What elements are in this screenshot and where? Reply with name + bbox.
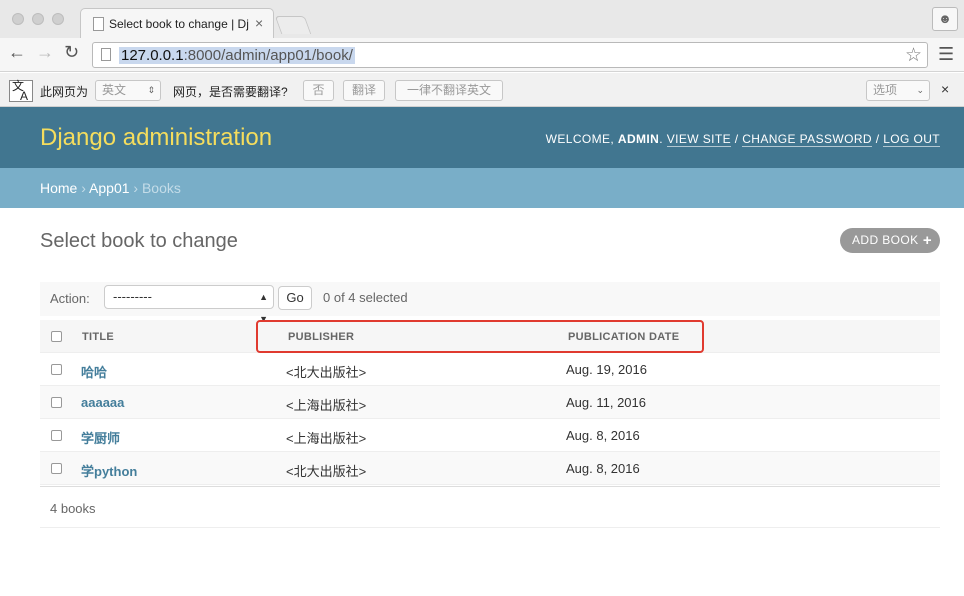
date-cell: Aug. 8, 2016 bbox=[566, 428, 640, 443]
row-checkbox[interactable] bbox=[51, 463, 62, 474]
row-checkbox[interactable] bbox=[51, 364, 62, 375]
add-book-label: ADD BOOK bbox=[852, 233, 919, 247]
page-icon bbox=[93, 17, 104, 31]
back-arrow-icon[interactable]: ← bbox=[8, 42, 26, 63]
date-cell: Aug. 19, 2016 bbox=[566, 362, 647, 377]
breadcrumb-home[interactable]: Home bbox=[40, 180, 77, 196]
table-row: 哈哈 <北大出版社> Aug. 19, 2016 bbox=[40, 353, 940, 386]
reload-icon[interactable]: ↻ bbox=[64, 42, 79, 63]
view-site-link[interactable]: VIEW SITE bbox=[666, 132, 731, 147]
options-select[interactable]: 选项 ⌄ bbox=[866, 80, 930, 101]
column-header-title[interactable]: TITLE bbox=[82, 331, 114, 343]
book-title-link[interactable]: 哈哈 bbox=[81, 362, 107, 381]
user-tools: WELCOME, ADMIN. VIEW SITE / CHANGE PASSW… bbox=[545, 132, 940, 147]
page-title: Select book to change bbox=[40, 230, 238, 252]
bookmark-star-icon[interactable]: ☆ bbox=[905, 44, 922, 67]
select-all-checkbox[interactable] bbox=[51, 331, 62, 342]
never-translate-button[interactable]: 一律不翻译英文 bbox=[395, 80, 503, 101]
log-out-link[interactable]: LOG OUT bbox=[883, 132, 940, 147]
select-arrows-icon: ⇕ bbox=[147, 85, 155, 95]
table-row: 学厨师 <上海出版社> Aug. 8, 2016 bbox=[40, 419, 940, 452]
tab-close-icon[interactable]: × bbox=[255, 15, 263, 31]
forward-arrow-icon[interactable]: → bbox=[36, 42, 54, 63]
breadcrumb-app[interactable]: App01 bbox=[89, 180, 129, 196]
close-window-icon[interactable] bbox=[12, 13, 24, 25]
maximize-window-icon[interactable] bbox=[52, 13, 64, 25]
no-translate-button[interactable]: 否 bbox=[303, 80, 334, 101]
username: ADMIN bbox=[617, 132, 660, 146]
browser-tab[interactable]: Select book to change | Dja × bbox=[80, 8, 274, 38]
new-tab-button[interactable] bbox=[274, 16, 312, 34]
change-password-link[interactable]: CHANGE PASSWORD bbox=[742, 132, 872, 147]
publisher-cell: <北大出版社> bbox=[286, 464, 367, 479]
page-icon bbox=[101, 48, 111, 61]
add-book-button[interactable]: ADD BOOK + bbox=[840, 228, 940, 253]
site-branding[interactable]: Django administration bbox=[40, 124, 272, 152]
welcome-text: WELCOME, bbox=[545, 132, 618, 146]
table-header: TITLE PUBLISHER PUBLICATION DATE bbox=[40, 320, 940, 353]
close-icon[interactable]: × bbox=[941, 81, 949, 97]
translate-bar: 文A 此网页为 英文 ⇕ 网页，是否需要翻译? 否 翻译 一律不翻译英文 选项 ⌄ … bbox=[0, 73, 964, 107]
action-label: Action: bbox=[50, 291, 90, 306]
book-title-link[interactable]: aaaaaa bbox=[81, 395, 124, 410]
translate-icon: 文A bbox=[9, 80, 33, 102]
selected-count: 0 of 4 selected bbox=[323, 290, 408, 305]
actions-bar: Action: --------- ▲ ▼ Go 0 of 4 selected bbox=[40, 282, 940, 324]
action-select[interactable]: --------- ▲ ▼ bbox=[104, 285, 274, 324]
result-count: 4 books bbox=[50, 501, 96, 516]
paginator: 4 books bbox=[40, 486, 940, 528]
plus-icon: + bbox=[922, 232, 932, 249]
row-checkbox[interactable] bbox=[51, 397, 62, 408]
table-row: 学python <北大出版社> Aug. 8, 2016 bbox=[40, 452, 940, 485]
date-cell: Aug. 8, 2016 bbox=[566, 461, 640, 476]
chevron-down-icon: ⌄ bbox=[916, 85, 924, 95]
tab-title: Select book to change | Dja bbox=[109, 17, 249, 31]
browser-tab-bar: Select book to change | Dja × ☻ bbox=[0, 0, 964, 38]
translate-lead-text: 此网页为 bbox=[40, 85, 89, 99]
translate-question-text: 网页，是否需要翻译? bbox=[173, 85, 288, 99]
breadcrumb: Home › App01 › Books bbox=[0, 168, 964, 208]
table-row: aaaaaa <上海出版社> Aug. 11, 2016 bbox=[40, 386, 940, 419]
results-table: TITLE PUBLISHER PUBLICATION DATE 哈哈 <北大出… bbox=[40, 320, 940, 485]
book-title-link[interactable]: 学厨师 bbox=[81, 428, 120, 447]
red-highlight-box bbox=[256, 320, 704, 353]
publisher-cell: <上海出版社> bbox=[286, 431, 367, 446]
row-checkbox[interactable] bbox=[51, 430, 62, 441]
translate-button[interactable]: 翻译 bbox=[343, 80, 385, 101]
date-cell: Aug. 11, 2016 bbox=[566, 395, 646, 410]
profile-icon[interactable]: ☻ bbox=[932, 7, 958, 31]
browser-menu-icon[interactable]: ☰ bbox=[938, 44, 954, 65]
url-text[interactable]: 127.0.0.1:8000/admin/app01/book/ bbox=[119, 47, 355, 64]
browser-toolbar: ← → ↻ 127.0.0.1:8000/admin/app01/book/ ☆… bbox=[0, 38, 964, 72]
publisher-cell: <北大出版社> bbox=[286, 365, 367, 380]
breadcrumb-trail: Home › App01 › Books bbox=[40, 180, 181, 196]
go-button[interactable]: Go bbox=[278, 286, 312, 310]
address-bar[interactable]: 127.0.0.1:8000/admin/app01/book/ ☆ bbox=[92, 42, 928, 68]
publisher-cell: <上海出版社> bbox=[286, 398, 367, 413]
admin-header: Django administration WELCOME, ADMIN. VI… bbox=[0, 107, 964, 168]
language-select[interactable]: 英文 ⇕ bbox=[95, 80, 161, 101]
minimize-window-icon[interactable] bbox=[32, 13, 44, 25]
breadcrumb-current: Books bbox=[141, 180, 181, 196]
book-title-link[interactable]: 学python bbox=[81, 461, 137, 480]
